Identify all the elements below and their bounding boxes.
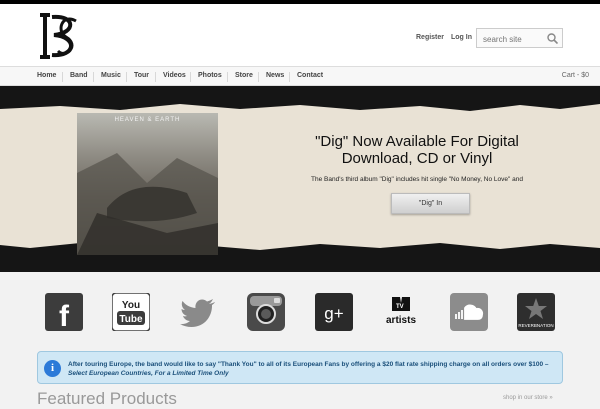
soundcloud-icon[interactable] bbox=[450, 293, 488, 331]
info-icon: i bbox=[44, 360, 61, 377]
hero-headline-line1: "Dig" Now Available For Digital bbox=[315, 133, 519, 150]
notice-emphasis: Select European Countries, For a Limited… bbox=[68, 370, 229, 377]
svg-text:REVERBNATION: REVERBNATION bbox=[518, 323, 553, 328]
mtv-artists-icon[interactable]: TV artists bbox=[382, 293, 420, 331]
hero-headline: "Dig" Now Available For Digital Download… bbox=[282, 133, 552, 167]
nav-divider bbox=[227, 72, 228, 82]
notice-text: After touring Europe, the band would lik… bbox=[68, 360, 558, 378]
nav-music[interactable]: Music bbox=[101, 72, 121, 79]
nav-divider bbox=[62, 72, 63, 82]
nav-divider bbox=[126, 72, 127, 82]
svg-text:TV: TV bbox=[396, 304, 404, 310]
notice-body: After touring Europe, the band would lik… bbox=[68, 361, 549, 368]
login-link[interactable]: Log In bbox=[451, 34, 472, 41]
site-header: Register Log In bbox=[0, 4, 600, 66]
nav-store[interactable]: Store bbox=[235, 72, 253, 79]
album-art bbox=[77, 153, 218, 255]
google-plus-icon[interactable]: g+ bbox=[315, 293, 353, 331]
hero-subtext: The Band's third album "Dig" includes hi… bbox=[311, 176, 523, 183]
dig-in-button[interactable]: "Dig" In bbox=[391, 193, 470, 214]
reverbnation-icon[interactable]: REVERBNATION bbox=[517, 293, 555, 331]
cart-link[interactable]: Cart - $0 bbox=[562, 72, 589, 79]
search-icon[interactable] bbox=[547, 33, 558, 44]
svg-text:Tube: Tube bbox=[119, 314, 143, 325]
nav-divider bbox=[155, 72, 156, 82]
facebook-icon[interactable]: f bbox=[45, 293, 83, 333]
svg-text:You: You bbox=[122, 300, 140, 311]
band-logo[interactable] bbox=[36, 11, 80, 61]
nav-news[interactable]: News bbox=[266, 72, 284, 79]
shop-store-link[interactable]: shop in our store » bbox=[503, 395, 553, 401]
youtube-icon[interactable]: You Tube bbox=[111, 292, 151, 332]
search-input[interactable] bbox=[477, 30, 547, 49]
hero-grunge-bottom bbox=[0, 252, 600, 272]
nav-contact[interactable]: Contact bbox=[297, 72, 323, 79]
featured-products-heading: Featured Products bbox=[37, 389, 177, 408]
instagram-icon[interactable] bbox=[247, 293, 285, 331]
nav-divider bbox=[93, 72, 94, 82]
hero-headline-line2: Download, CD or Vinyl bbox=[341, 150, 493, 167]
svg-text:f: f bbox=[59, 300, 70, 331]
nav-divider bbox=[258, 72, 259, 82]
nav-divider bbox=[190, 72, 191, 82]
album-cover[interactable]: HEAVEN & EARTH bbox=[77, 113, 218, 255]
nav-divider bbox=[289, 72, 290, 82]
nav-photos[interactable]: Photos bbox=[198, 72, 222, 79]
nav-home[interactable]: Home bbox=[37, 72, 56, 79]
shipping-notice: i After touring Europe, the band would l… bbox=[37, 351, 563, 384]
nav-band[interactable]: Band bbox=[70, 72, 88, 79]
twitter-icon[interactable] bbox=[180, 293, 218, 331]
nav-tour[interactable]: Tour bbox=[134, 72, 149, 79]
register-link[interactable]: Register bbox=[416, 34, 444, 41]
svg-text:artists: artists bbox=[386, 315, 416, 326]
search-box bbox=[476, 28, 563, 49]
main-nav: Home Band Music Tour Videos Photos Store… bbox=[0, 66, 600, 86]
svg-text:g+: g+ bbox=[324, 304, 343, 323]
hero-brush-edge-top bbox=[0, 100, 600, 111]
nav-videos[interactable]: Videos bbox=[163, 72, 186, 79]
